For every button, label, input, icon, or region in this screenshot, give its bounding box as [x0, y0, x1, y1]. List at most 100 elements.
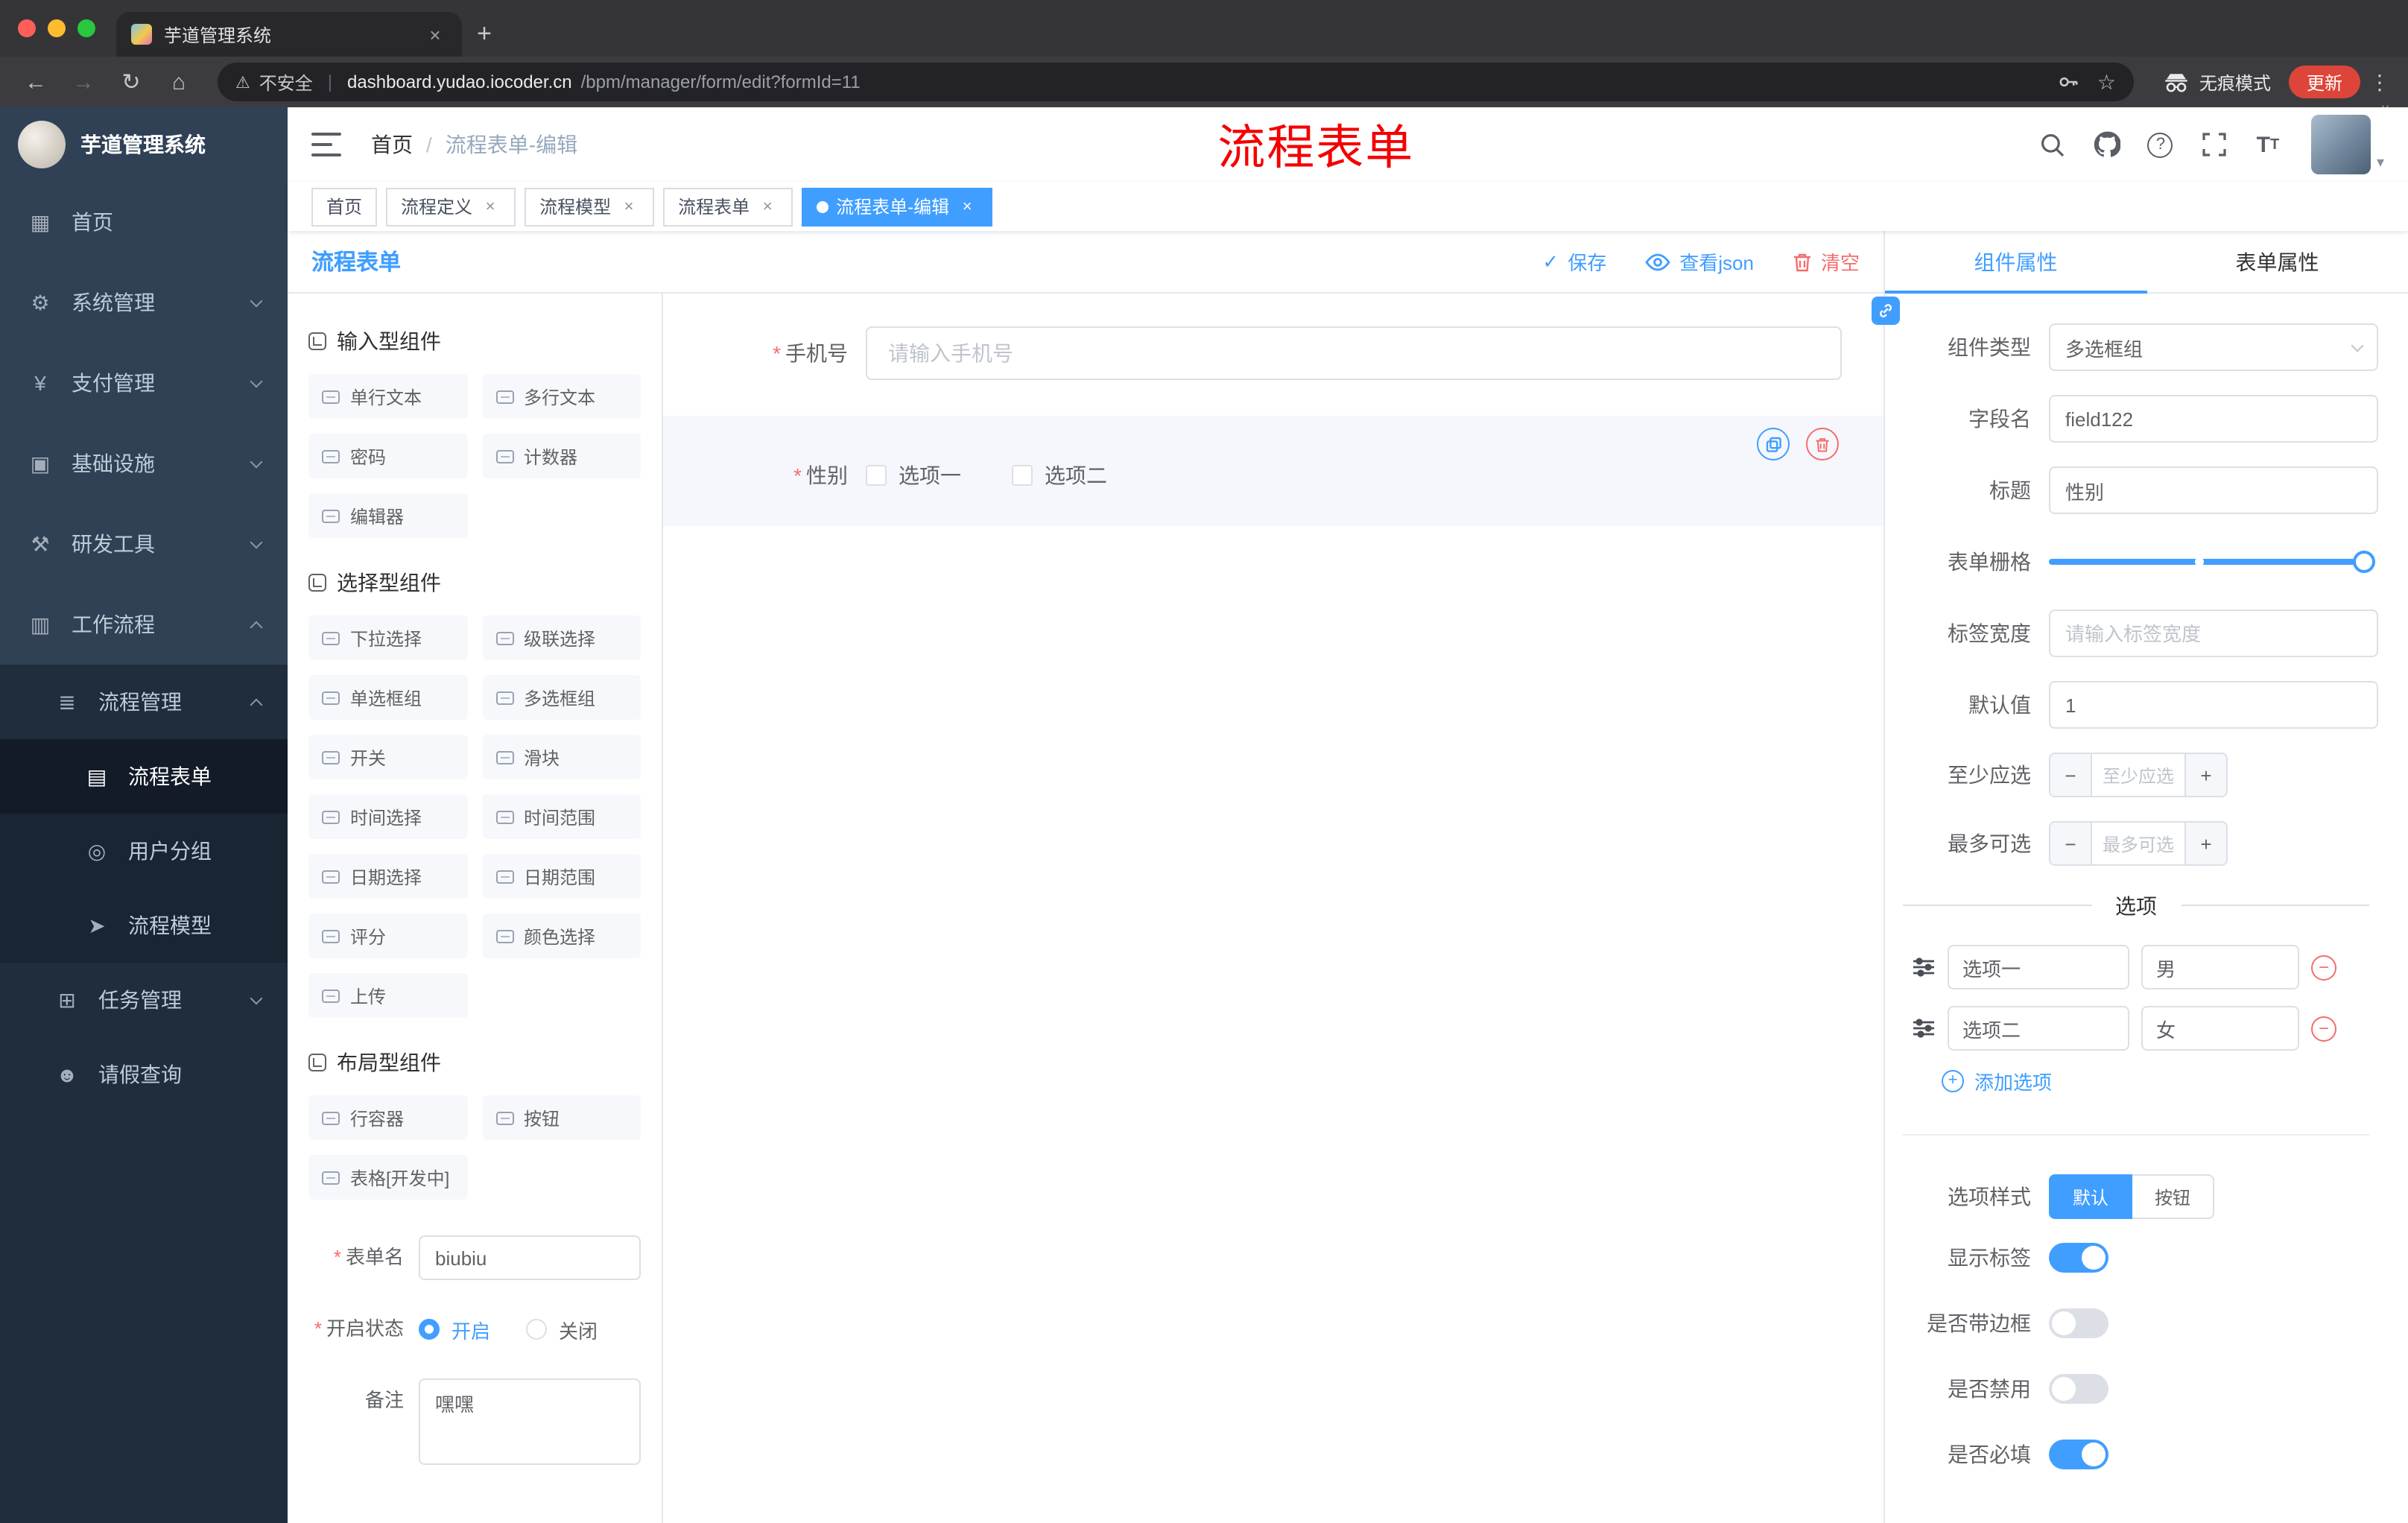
breadcrumb-home[interactable]: 首页 [371, 130, 413, 159]
security-warning-icon[interactable]: ⚠ [235, 72, 250, 92]
tab-form-props[interactable]: 表单属性 [2146, 231, 2408, 292]
address-bar[interactable]: ⚠ 不安全 | dashboard.yudao.iocoder.cn /bpm/… [218, 63, 2134, 101]
browser-update-button[interactable]: 更新 [2288, 66, 2360, 98]
sidebar-item-payment[interactable]: ¥ 支付管理 [0, 343, 288, 423]
fullscreen-icon[interactable] [2192, 122, 2237, 167]
tag-process-definition[interactable]: 流程定义 × [386, 187, 516, 226]
component-type-select[interactable]: 多选框组 [2049, 323, 2378, 371]
show-label-toggle[interactable] [2049, 1243, 2108, 1273]
tag-close-icon[interactable]: × [480, 196, 501, 217]
status-on-radio[interactable] [419, 1319, 440, 1340]
palette-item-rate[interactable]: 评分 [308, 914, 467, 958]
gender-option-1[interactable]: 选项一 [866, 460, 961, 490]
title-input[interactable] [2049, 466, 2378, 514]
grid-slider[interactable] [2049, 538, 2375, 586]
sidebar-item-infrastructure[interactable]: ▣ 基础设施 [0, 423, 288, 504]
sidebar-item-system[interactable]: ⚙ 系统管理 [0, 262, 288, 343]
close-window-button[interactable] [18, 19, 36, 37]
remark-textarea[interactable]: 嘿嘿 [419, 1378, 641, 1465]
browser-tab[interactable]: 芋道管理系统 × [116, 12, 462, 57]
forward-icon[interactable]: → [63, 61, 104, 103]
min-select-value[interactable]: 至少应选 [2092, 754, 2184, 796]
palette-item-cascader[interactable]: 级联选择 [482, 615, 641, 660]
tag-close-icon[interactable]: × [618, 196, 639, 217]
tab-close-icon[interactable]: × [423, 22, 447, 46]
sidebar-item-home[interactable]: ▦ 首页 [0, 182, 288, 262]
disabled-toggle[interactable] [2049, 1374, 2108, 1404]
tag-close-icon[interactable]: × [757, 196, 778, 217]
canvas-field-phone[interactable]: 手机号 [663, 326, 1883, 380]
bookmark-star-icon[interactable]: ☆ [2097, 69, 2116, 95]
new-tab-button[interactable]: + [462, 12, 507, 57]
default-value-input[interactable] [2049, 681, 2378, 729]
palette-item-table[interactable]: 表格[开发中] [308, 1155, 467, 1200]
option-value-input[interactable] [2141, 1006, 2299, 1051]
slider-handle[interactable] [2353, 551, 2375, 573]
palette-item-slider[interactable]: 滑块 [482, 735, 641, 779]
minimize-window-button[interactable] [48, 19, 66, 37]
clear-button[interactable]: 清空 [1793, 247, 1860, 276]
minus-icon[interactable]: − [2050, 823, 2092, 864]
github-icon[interactable] [2085, 122, 2129, 167]
status-off-radio[interactable] [526, 1319, 548, 1340]
palette-item-switch[interactable]: 开关 [308, 735, 467, 779]
status-off-label[interactable]: 关闭 [559, 1315, 598, 1343]
palette-item-time-range[interactable]: 时间范围 [482, 794, 641, 839]
sidebar-item-task-mgmt[interactable]: ⊞ 任务管理 [0, 963, 288, 1037]
form-name-input[interactable] [419, 1235, 641, 1280]
checkbox-icon[interactable] [1012, 465, 1033, 486]
option-value-input[interactable] [2141, 945, 2299, 990]
palette-item-password[interactable]: 密码 [308, 434, 467, 478]
palette-item-color-picker[interactable]: 颜色选择 [482, 914, 641, 958]
sidebar-item-process-mgmt[interactable]: ≣ 流程管理 [0, 665, 288, 739]
palette-item-editor[interactable]: 编辑器 [308, 493, 467, 538]
checkbox-icon[interactable] [866, 465, 887, 486]
back-icon[interactable]: ← [15, 61, 57, 103]
sidebar-item-leave-query[interactable]: ☻ 请假查询 [0, 1037, 288, 1112]
palette-item-date-picker[interactable]: 日期选择 [308, 854, 467, 899]
form-canvas[interactable]: 手机号 [663, 294, 1883, 1523]
browser-menu-icon[interactable]: ⋮ [2366, 69, 2393, 95]
sidebar-item-process-model[interactable]: ➤ 流程模型 [0, 888, 288, 963]
palette-item-dropdown[interactable]: 下拉选择 [308, 615, 467, 660]
drag-handle-icon[interactable] [1912, 957, 1936, 978]
field-name-input[interactable] [2049, 395, 2378, 443]
sidebar-item-devtools[interactable]: ⚒ 研发工具 [0, 504, 288, 584]
palette-item-counter[interactable]: 计数器 [482, 434, 641, 478]
remove-option-icon[interactable]: − [2311, 954, 2336, 980]
palette-item-single-text[interactable]: 单行文本 [308, 374, 467, 419]
palette-item-date-range[interactable]: 日期范围 [482, 854, 641, 899]
label-width-input[interactable] [2049, 609, 2378, 657]
palette-item-checkbox-group[interactable]: 多选框组 [482, 675, 641, 720]
palette-item-button[interactable]: 按钮 [482, 1095, 641, 1140]
palette-item-time-picker[interactable]: 时间选择 [308, 794, 467, 839]
sidebar-item-workflow[interactable]: ▥ 工作流程 [0, 584, 288, 665]
max-select-value[interactable]: 最多可选 [2092, 823, 2184, 864]
home-icon[interactable]: ⌂ [158, 61, 200, 103]
required-toggle[interactable] [2049, 1440, 2108, 1469]
reload-icon[interactable]: ↻ [110, 61, 152, 103]
save-button[interactable]: ✓ 保存 [1542, 247, 1606, 276]
drag-handle-icon[interactable] [1912, 1018, 1936, 1039]
maximize-window-button[interactable] [77, 19, 95, 37]
tag-home[interactable]: 首页 [311, 187, 378, 226]
border-toggle[interactable] [2049, 1308, 2108, 1338]
security-label[interactable]: 不安全 [259, 69, 313, 95]
tag-close-icon[interactable]: × [957, 196, 978, 217]
app-logo[interactable]: 芋道管理系统 [0, 107, 288, 182]
minus-icon[interactable]: − [2050, 754, 2092, 796]
palette-item-radio-group[interactable]: 单选框组 [308, 675, 467, 720]
sidebar-item-user-group[interactable]: ◎ 用户分组 [0, 814, 288, 888]
avatar[interactable] [2310, 115, 2371, 174]
link-anchor-icon[interactable] [1872, 297, 1900, 325]
option-label-input[interactable] [1948, 1006, 2129, 1051]
phone-input[interactable] [866, 326, 1842, 380]
tag-process-form-edit[interactable]: 流程表单-编辑 × [802, 187, 993, 226]
canvas-field-gender-selected[interactable]: 性别 选项一 选项二 [663, 416, 1883, 526]
password-key-icon[interactable] [2059, 72, 2079, 92]
option-label-input[interactable] [1948, 945, 2129, 990]
view-json-button[interactable]: 查看json [1645, 247, 1754, 276]
style-default-button[interactable]: 默认 [2049, 1174, 2133, 1219]
style-button-button[interactable]: 按钮 [2132, 1174, 2215, 1219]
tag-process-model[interactable]: 流程模型 × [525, 187, 655, 226]
